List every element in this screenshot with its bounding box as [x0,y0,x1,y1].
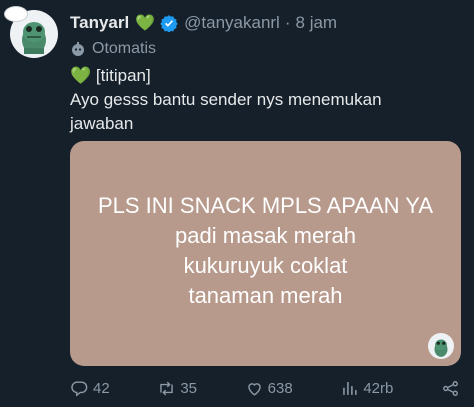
views-button[interactable]: 42rb [340,379,393,398]
timestamp[interactable]: 8 jam [296,13,338,33]
media-caption: PLS INI SNACK MPLS APAAN YA padi masak m… [70,191,461,311]
green-heart-icon: 💚 [135,15,156,32]
media-line: padi masak merah [175,223,356,248]
analytics-icon [343,381,357,395]
heart-icon [247,382,261,396]
user-handle[interactable]: @tanyakanrl [184,13,280,33]
automated-text: Otomatis [92,40,157,57]
like-button[interactable]: 638 [245,379,293,398]
share-button[interactable] [441,379,464,398]
tweet-media-image[interactable]: PLS INI SNACK MPLS APAAN YA padi masak m… [70,141,461,366]
media-line: kukuruyuk coklat [183,253,348,278]
verified-badge-icon [160,15,178,32]
retweet-icon [160,381,174,395]
reply-icon [71,380,88,397]
tweet-header: Tanyarl 💚 @tanyakanrl · 8 jam [70,11,464,35]
retweet-count: 35 [180,379,198,397]
separator-dot: · [284,13,291,32]
action-bar: 42 35 638 42rb [70,375,464,401]
tweet-line: Ayo gesss bantu sender nys menemukan [70,90,382,109]
robot-icon [72,42,84,56]
share-icon [443,380,458,396]
tweet-line: jawaban [70,114,134,133]
media-line: tanaman merah [188,283,343,308]
view-count: 42rb [363,379,394,397]
frog-avatar-icon [434,339,448,357]
tweet-line: 💚 [titipan] [70,66,151,85]
automated-label: Otomatis [70,38,156,60]
avatar-badge [4,6,28,22]
media-avatar-icon [428,333,454,359]
media-line: PLS INI SNACK MPLS APAAN YA [97,193,434,218]
reply-count: 42 [93,379,110,397]
profile-avatar[interactable] [4,6,58,58]
retweet-button[interactable]: 35 [157,379,197,398]
tweet-text: 💚 [titipan] Ayo gesss bantu sender nys m… [70,64,460,136]
display-name[interactable]: Tanyarl [70,13,129,33]
like-count: 638 [267,379,293,397]
reply-button[interactable]: 42 [70,379,110,398]
